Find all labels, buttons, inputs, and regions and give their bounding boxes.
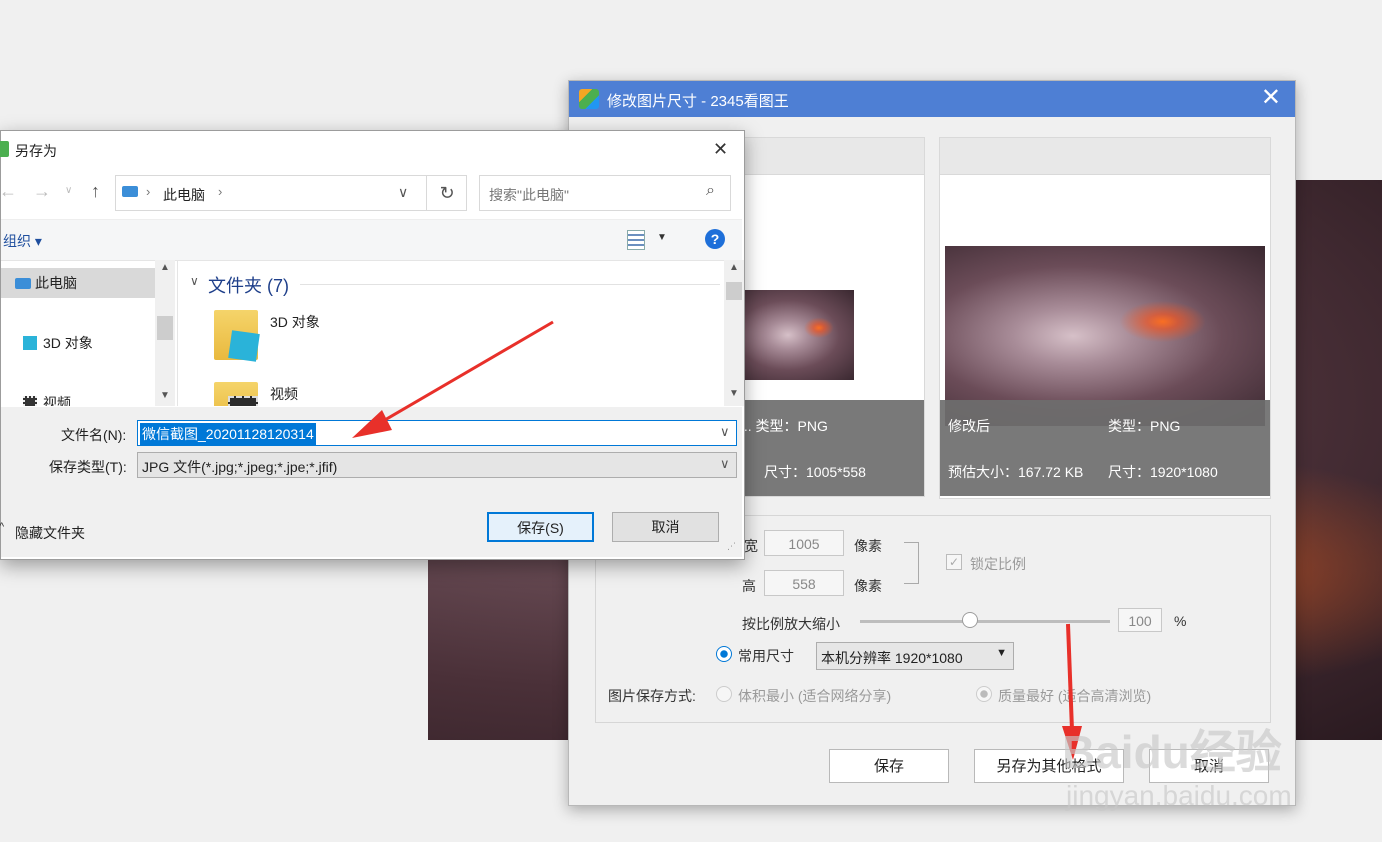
arrow-to-filename-shaft [377,320,554,426]
watermark-url: jingyan.baidu.com [1066,780,1292,811]
arrow-to-filename-head [352,410,392,438]
watermark-brand: Baidu经验 [1062,726,1282,778]
arrow-to-other-format-shaft [1066,623,1074,731]
